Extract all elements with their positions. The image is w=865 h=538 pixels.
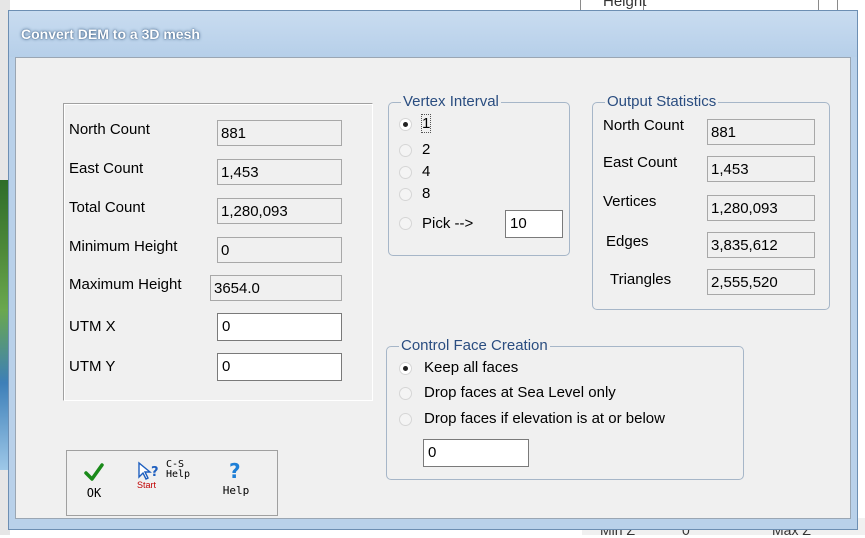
vertex-interval-group: Vertex Interval 1 2 4 8 Pick --> 10 [388, 93, 570, 256]
control-face-creation-group: Control Face Creation Keep all faces Dro… [386, 337, 744, 480]
start-label: Start [137, 480, 157, 490]
drop-faces-sea-level-label: Drop faces at Sea Level only [424, 384, 616, 401]
drop-faces-elevation-label: Drop faces if elevation is at or below [424, 410, 665, 427]
toolbar-buttons: OK ? C-S Help Start ? Help [66, 450, 278, 516]
pointer-question-icon: ? [138, 461, 159, 480]
vertex-interval-option-8[interactable]: 8 [399, 185, 459, 205]
dialog-client-area: North Count 881 East Count 1,453 Total C… [15, 57, 851, 519]
vertex-interval-option-label: 4 [422, 163, 431, 180]
svg-text:?: ? [151, 465, 159, 480]
radio-icon [399, 413, 412, 426]
utm-y-input[interactable]: 0 [217, 353, 342, 381]
edges-label: Edges [606, 233, 649, 250]
utm-x-label: UTM X [69, 318, 116, 335]
maximum-height-value: 3654.0 [210, 275, 342, 301]
dialog-title: Convert DEM to a 3D mesh [21, 26, 200, 42]
east-count-value: 1,453 [217, 159, 342, 185]
input-statistics-panel: North Count 881 East Count 1,453 Total C… [63, 103, 373, 401]
drop-faces-sea-level-option[interactable]: Drop faces at Sea Level only [399, 384, 699, 404]
vertex-interval-option-4[interactable]: 4 [399, 163, 459, 183]
help-button[interactable]: ? Help [215, 459, 257, 505]
north-count-label: North Count [69, 121, 150, 138]
keep-all-faces-label: Keep all faces [424, 359, 519, 376]
output-north-count-value: 881 [707, 119, 815, 145]
ok-label: OK [86, 486, 102, 500]
radio-icon [399, 387, 412, 400]
title-bar[interactable]: Convert DEM to a 3D mesh [9, 11, 857, 57]
minimum-height-value: 0 [217, 237, 342, 263]
vertices-value: 1,280,093 [707, 195, 815, 221]
triangles-value: 2,555,520 [707, 269, 815, 295]
minimum-height-label: Minimum Height [69, 238, 178, 255]
vertex-interval-option-2[interactable]: 2 [399, 141, 459, 161]
vertex-interval-option-label: 2 [422, 141, 431, 158]
cs-help-label-bottom: Help [166, 469, 191, 480]
background-height-label: Height [603, 0, 647, 10]
output-statistics-legend: Output Statistics [605, 93, 719, 110]
output-statistics-group: Output Statistics North Count 881 East C… [592, 93, 830, 310]
radio-icon [399, 144, 412, 157]
total-count-label: Total Count [69, 199, 145, 216]
help-label: Help [222, 484, 250, 497]
output-east-count-value: 1,453 [707, 156, 815, 182]
elevation-threshold-input[interactable]: 0 [423, 439, 529, 467]
total-count-value: 1,280,093 [217, 198, 342, 224]
context-sensitive-help-button[interactable]: ? C-S Help Start [133, 457, 203, 503]
output-east-count-label: East Count [603, 154, 678, 171]
drop-faces-elevation-option[interactable]: Drop faces if elevation is at or below [399, 410, 739, 430]
svg-text:?: ? [229, 461, 241, 481]
edges-value: 3,835,612 [707, 232, 815, 258]
pick-interval-input[interactable]: 10 [505, 210, 563, 238]
utm-y-label: UTM Y [69, 358, 116, 375]
north-count-value: 881 [217, 120, 342, 146]
pick-label: Pick --> [422, 215, 474, 232]
control-face-creation-legend: Control Face Creation [399, 337, 550, 354]
utm-x-input[interactable]: 0 [217, 313, 342, 341]
maximum-height-label: Maximum Height [69, 276, 182, 293]
radio-icon [399, 166, 412, 179]
output-north-count-label: North Count [603, 117, 684, 134]
ok-button[interactable]: OK [73, 461, 115, 507]
vertex-interval-option-label: 1 [420, 114, 432, 133]
help-question-icon: ? [229, 461, 241, 481]
radio-icon [399, 188, 412, 201]
triangles-label: Triangles [610, 271, 672, 288]
radio-icon [399, 217, 412, 230]
vertex-interval-option-1[interactable]: 1 [399, 114, 459, 135]
vertex-interval-option-pick[interactable]: Pick --> [399, 213, 489, 235]
radio-selected-icon [399, 118, 412, 131]
radio-selected-icon [399, 362, 412, 375]
vertices-label: Vertices [603, 193, 657, 210]
vertex-interval-legend: Vertex Interval [401, 93, 501, 110]
convert-dem-dialog: Convert DEM to a 3D mesh North Count 881… [8, 10, 858, 530]
east-count-label: East Count [69, 160, 144, 177]
vertex-interval-option-label: 8 [422, 185, 431, 202]
keep-all-faces-option[interactable]: Keep all faces [399, 359, 599, 379]
checkmark-icon [84, 463, 104, 481]
